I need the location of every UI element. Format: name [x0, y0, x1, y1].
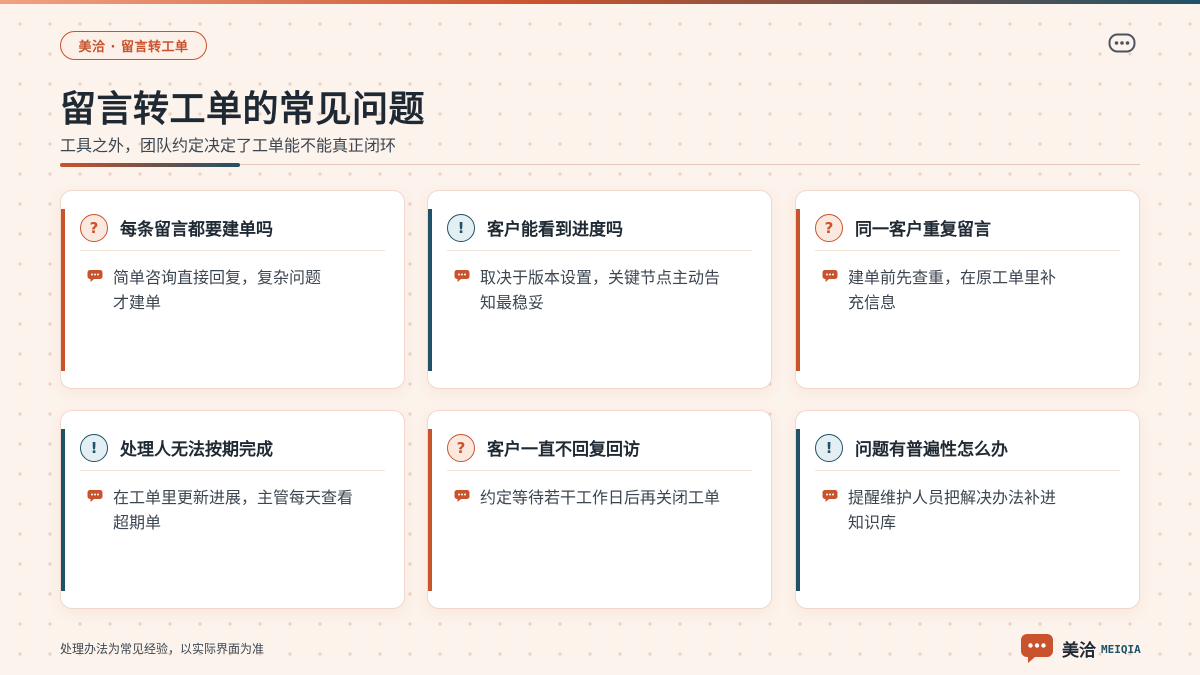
- card-answer-line: 知最稳妥: [480, 293, 545, 312]
- question-badge-icon: ?: [447, 433, 475, 462]
- chat-bubble-icon[interactable]: [1108, 33, 1136, 55]
- card-answer-line: 在工单里更新进展，主管每天查看: [113, 488, 354, 507]
- card-accent-bar: [61, 209, 65, 371]
- speech-bubble-icon: [87, 490, 103, 502]
- exclamation-badge-icon: !: [815, 433, 843, 462]
- card-header: ! 处理人无法按期完成: [80, 431, 385, 471]
- card-answer: 提醒维护人员把解决办法补进 知识库: [848, 485, 1056, 535]
- card-title: 问题有普遍性怎么办: [855, 440, 1008, 460]
- speech-bubble-icon: [454, 490, 470, 502]
- exclamation-badge-icon: !: [447, 213, 475, 242]
- top-gradient-bar: [0, 0, 1200, 4]
- card-title: 客户一直不回复回访: [487, 440, 640, 460]
- card-header: ! 问题有普遍性怎么办: [815, 431, 1120, 471]
- meiqia-logo-icon: [1021, 634, 1053, 663]
- brand-pill: 美洽 · 留言转工单: [60, 31, 207, 60]
- card-body: 取决于版本设置，关键节点主动告 知最稳妥: [454, 265, 745, 315]
- card-answer-line: 建单前先查重，在原工单里补: [848, 268, 1057, 287]
- exclamation-badge-icon: !: [80, 433, 108, 462]
- title-accent-bar: [60, 163, 240, 167]
- footer-logo: 美洽 MEIQIA: [1020, 631, 1141, 665]
- card-header: ! 客户能看到进度吗: [447, 211, 752, 251]
- card-header: ? 每条留言都要建单吗: [80, 211, 385, 251]
- card-body: 约定等待若干工作日后再关闭工单: [454, 485, 745, 510]
- faq-card: ? 每条留言都要建单吗 简单咨询直接回复，复杂问题 才建单: [60, 190, 405, 389]
- page-title: 留言转工单的常见问题: [60, 89, 426, 130]
- card-body: 在工单里更新进展，主管每天查看 超期单: [87, 485, 378, 535]
- card-title: 同一客户重复留言: [855, 220, 991, 240]
- card-answer-line: 才建单: [113, 293, 162, 312]
- card-answer: 建单前先查重，在原工单里补 充信息: [848, 265, 1056, 315]
- card-answer-line: 超期单: [113, 513, 162, 532]
- faq-card: ! 客户能看到进度吗 取决于版本设置，关键节点主动告 知最稳妥: [427, 190, 772, 389]
- question-badge-icon: ?: [815, 213, 843, 242]
- footnote: 处理办法为常见经验，以实际界面为准: [60, 642, 265, 656]
- speech-bubble-icon: [822, 270, 838, 282]
- card-title: 每条留言都要建单吗: [120, 220, 273, 240]
- speech-bubble-icon: [822, 490, 838, 502]
- faq-card: ! 处理人无法按期完成 在工单里更新进展，主管每天查看 超期单: [60, 410, 405, 609]
- card-body: 提醒维护人员把解决办法补进 知识库: [822, 485, 1113, 535]
- logo-name: 美洽: [1062, 640, 1096, 661]
- card-title: 客户能看到进度吗: [487, 220, 623, 240]
- question-badge-icon: ?: [80, 213, 108, 242]
- card-answer-line: 知识库: [848, 513, 897, 532]
- card-answer: 约定等待若干工作日后再关闭工单: [480, 485, 720, 510]
- card-body: 建单前先查重，在原工单里补 充信息: [822, 265, 1113, 315]
- card-answer-line: 提醒维护人员把解决办法补进: [848, 488, 1057, 507]
- card-body: 简单咨询直接回复，复杂问题 才建单: [87, 265, 378, 315]
- card-accent-bar: [428, 209, 432, 371]
- card-answer-line: 约定等待若干工作日后再关闭工单: [480, 488, 721, 507]
- card-answer: 简单咨询直接回复，复杂问题 才建单: [113, 265, 321, 315]
- faq-card: ? 同一客户重复留言 建单前先查重，在原工单里补 充信息: [795, 190, 1140, 389]
- card-header: ? 同一客户重复留言: [815, 211, 1120, 251]
- card-answer: 取决于版本设置，关键节点主动告 知最稳妥: [480, 265, 720, 315]
- card-answer: 在工单里更新进展，主管每天查看 超期单: [113, 485, 353, 535]
- faq-card: ? 客户一直不回复回访 约定等待若干工作日后再关闭工单: [427, 410, 772, 609]
- card-accent-bar: [428, 429, 432, 591]
- card-header: ? 客户一直不回复回访: [447, 431, 752, 471]
- card-accent-bar: [61, 429, 65, 591]
- card-accent-bar: [796, 209, 800, 371]
- page-subtitle: 工具之外，团队约定决定了工单能不能真正闭环: [60, 136, 397, 155]
- card-answer-line: 充信息: [848, 293, 897, 312]
- card-answer-line: 取决于版本设置，关键节点主动告: [480, 268, 721, 287]
- speech-bubble-icon: [87, 270, 103, 282]
- faq-card: ! 问题有普遍性怎么办 提醒维护人员把解决办法补进 知识库: [795, 410, 1140, 609]
- speech-bubble-icon: [454, 270, 470, 282]
- card-accent-bar: [796, 429, 800, 591]
- logo-english: MEIQIA: [1101, 642, 1141, 656]
- card-answer-line: 简单咨询直接回复，复杂问题: [113, 268, 322, 287]
- card-title: 处理人无法按期完成: [120, 440, 273, 460]
